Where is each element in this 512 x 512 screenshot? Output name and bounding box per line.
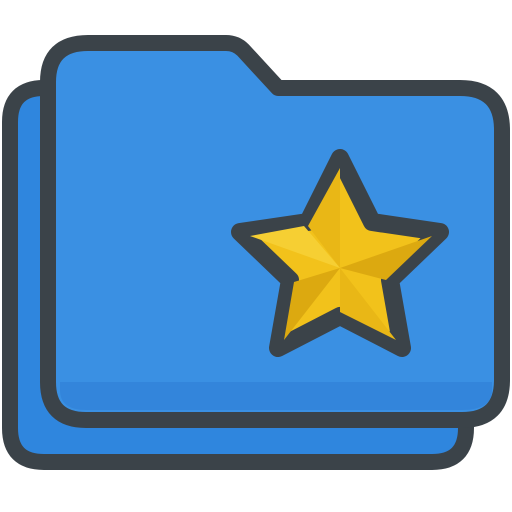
starred-folder-svg xyxy=(2,35,510,470)
front-folder-shadow xyxy=(60,382,492,410)
starred-folder-icon xyxy=(0,0,512,512)
